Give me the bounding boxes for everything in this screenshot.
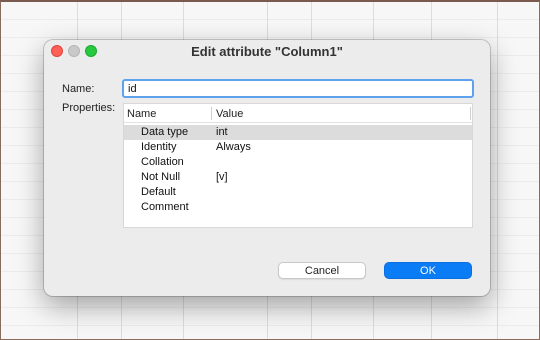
name-label: Name: — [62, 83, 95, 95]
table-header: Name Value — [124, 104, 472, 123]
edit-attribute-dialog: Edit attribute "Column1" Name: Propertie… — [44, 40, 490, 296]
ok-button[interactable]: OK — [384, 262, 472, 279]
table-row[interactable]: Comment — [124, 200, 472, 215]
property-name: Not Null — [141, 171, 181, 183]
table-row[interactable]: Not Null [v] — [124, 170, 472, 185]
property-value: [v] — [216, 171, 228, 183]
table-row[interactable]: Identity Always — [124, 140, 472, 155]
property-name: Default — [141, 186, 176, 198]
property-name: Data type — [141, 126, 189, 138]
name-input[interactable] — [122, 79, 474, 98]
table-row[interactable]: Data type int — [124, 125, 472, 140]
column-divider[interactable] — [211, 107, 212, 120]
property-value: Always — [216, 141, 251, 153]
dialog-title: Edit attribute "Column1" — [191, 44, 343, 59]
property-name: Identity — [141, 141, 177, 153]
titlebar: Edit attribute "Column1" — [44, 40, 490, 62]
cancel-button[interactable]: Cancel — [278, 262, 366, 279]
table-row[interactable]: Collation — [124, 155, 472, 170]
property-name: Comment — [141, 201, 189, 213]
property-name: Collation — [141, 156, 184, 168]
properties-label: Properties: — [62, 102, 116, 114]
column-header-value[interactable]: Value — [216, 108, 243, 120]
table-row[interactable]: Default — [124, 185, 472, 200]
column-header-name[interactable]: Name — [127, 108, 156, 120]
properties-table[interactable]: Name Value Data type int Identity Always… — [123, 103, 473, 228]
bg-grid-line — [497, 2, 498, 339]
property-value: int — [216, 126, 228, 138]
column-divider[interactable] — [470, 107, 471, 120]
